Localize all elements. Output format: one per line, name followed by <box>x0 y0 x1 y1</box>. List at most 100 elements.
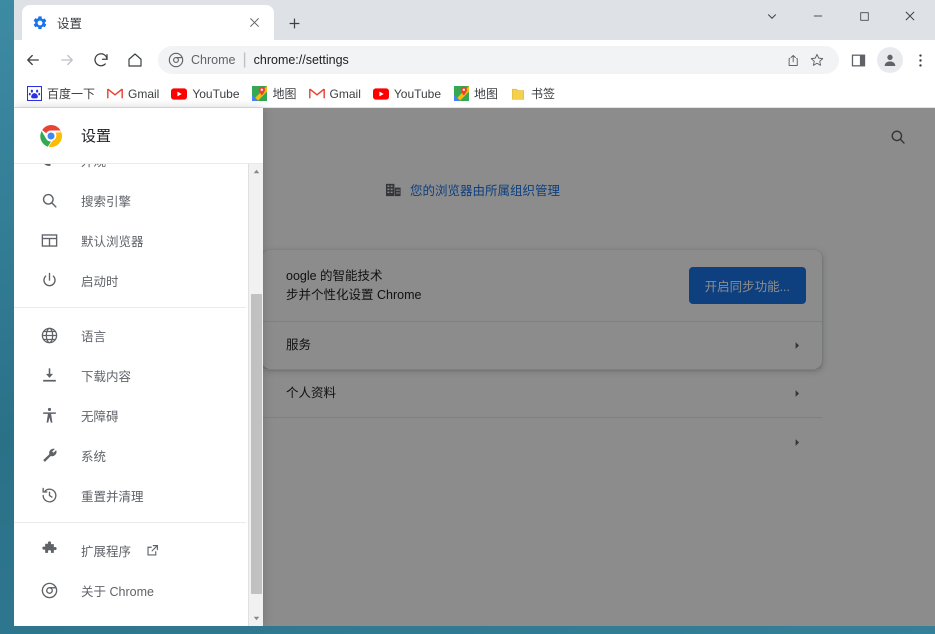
search-icon <box>39 190 59 210</box>
browser-window-icon <box>39 230 59 250</box>
menu-item-label: 默认浏览器 <box>81 234 144 249</box>
settings-row-profile[interactable]: 个人资料 <box>262 370 822 418</box>
profile-avatar-icon[interactable] <box>877 47 903 73</box>
chevron-right-icon <box>788 433 806 451</box>
sync-row-texts: oogle 的智能技术 步并个性化设置 Chrome <box>286 267 689 305</box>
omnibox-url-text[interactable]: chrome://settings <box>254 53 781 67</box>
settings-row-services[interactable]: 服务 <box>262 322 822 370</box>
forward-button[interactable] <box>52 45 82 75</box>
tab-close-icon[interactable] <box>244 13 264 33</box>
bookmark-item[interactable]: 地图 <box>246 82 303 105</box>
bookmark-label: YouTube <box>192 86 240 101</box>
accessibility-icon <box>39 405 59 425</box>
menu-item-appearance[interactable]: 外观 <box>14 164 246 180</box>
menu-item-system[interactable]: 系统 <box>14 435 246 475</box>
menu-item-label: 启动时 <box>81 274 119 289</box>
globe-icon <box>39 325 59 345</box>
bookmark-label: Gmail <box>329 86 361 101</box>
bookmark-label: 地图 <box>474 87 499 101</box>
menu-item-label: 无障碍 <box>81 409 119 424</box>
building-icon <box>385 181 402 198</box>
tab-title: 设置 <box>57 17 83 31</box>
bookmark-label: 地图 <box>272 87 297 101</box>
managed-browser-banner[interactable]: 您的浏览器由所属组织管理 <box>385 180 560 199</box>
sync-row-title: oogle 的智能技术 <box>286 268 383 283</box>
bookmark-folder[interactable]: 书签 <box>504 82 561 105</box>
row-label-wrap: 服务 <box>286 336 788 355</box>
menu-item-label: 搜索引擎 <box>81 194 132 209</box>
row-label: 个人资料 <box>286 386 337 400</box>
menu-item-downloads[interactable]: 下载内容 <box>14 355 246 395</box>
browser-tab-settings[interactable]: 设置 <box>22 5 274 40</box>
window-minimize-button[interactable] <box>795 0 841 32</box>
back-button[interactable] <box>18 45 48 75</box>
settings-row-extra[interactable] <box>262 418 822 466</box>
bookmark-label: 书签 <box>531 87 556 101</box>
gmail-icon <box>107 86 123 102</box>
drawer-scroll-area: 外观 搜索引擎 默认浏览器 <box>14 164 263 626</box>
search-icon[interactable] <box>887 126 909 148</box>
reload-button[interactable] <box>86 45 116 75</box>
star-icon[interactable] <box>805 48 829 72</box>
history-restore-icon <box>39 485 59 505</box>
power-icon <box>39 270 59 290</box>
menu-item-on-startup[interactable]: 启动时 <box>14 260 246 300</box>
menu-item-label: 下载内容 <box>81 369 132 384</box>
menu-item-about-chrome[interactable]: 关于 Chrome <box>14 570 246 610</box>
tab-strip: 设置 <box>14 0 935 40</box>
bookmark-item[interactable]: YouTube <box>367 83 447 105</box>
appearance-icon <box>39 164 59 170</box>
window-close-button[interactable] <box>887 0 933 32</box>
scroll-down-arrow-icon[interactable] <box>249 611 264 626</box>
three-dot-menu-icon[interactable] <box>907 47 933 73</box>
scrollbar-thumb[interactable] <box>251 294 262 594</box>
youtube-icon <box>372 86 389 102</box>
menu-separator <box>14 522 246 523</box>
bookmark-item[interactable]: 百度一下 <box>20 82 101 105</box>
share-icon[interactable] <box>781 48 805 72</box>
scroll-up-arrow-icon[interactable] <box>249 164 264 179</box>
menu-item-label: 系统 <box>81 449 107 464</box>
omnibox-site-label: Chrome <box>191 53 236 67</box>
menu-item-default-browser[interactable]: 默认浏览器 <box>14 220 246 260</box>
menu-item-search-engine[interactable]: 搜索引擎 <box>14 180 246 220</box>
bookmark-label: YouTube <box>393 86 442 101</box>
menu-item-accessibility[interactable]: 无障碍 <box>14 395 246 435</box>
menu-item-reset-cleanup[interactable]: 重置并清理 <box>14 475 246 515</box>
download-icon <box>39 365 59 385</box>
bookmark-label: Gmail <box>128 86 160 101</box>
menu-item-label: 关于 Chrome <box>81 584 154 599</box>
chevron-down-icon[interactable] <box>749 0 795 32</box>
turn-on-sync-button[interactable]: 开启同步功能... <box>688 267 806 304</box>
sync-row-subtitle: 步并个性化设置 Chrome <box>286 287 422 302</box>
youtube-icon <box>171 86 188 102</box>
chrome-icon <box>168 52 184 68</box>
sync-row: oogle 的智能技术 步并个性化设置 Chrome 开启同步功能... <box>262 250 822 322</box>
wrench-icon <box>39 445 59 465</box>
drawer-scrollbar[interactable] <box>248 164 263 626</box>
browser-window: 设置 Chrome | chrome://settings 百度一下 Gmail… <box>14 0 935 626</box>
bookmark-item[interactable]: Gmail <box>303 83 367 105</box>
home-button[interactable] <box>120 45 150 75</box>
window-maximize-button[interactable] <box>841 0 887 32</box>
row-label: 服务 <box>286 338 312 352</box>
address-bar[interactable]: Chrome | chrome://settings <box>158 46 839 74</box>
new-tab-button[interactable] <box>282 11 306 35</box>
drawer-header: 设置 <box>14 108 263 164</box>
menu-item-languages[interactable]: 语言 <box>14 315 246 355</box>
drawer-menu-list: 外观 搜索引擎 默认浏览器 <box>14 164 246 610</box>
bookmark-item[interactable]: YouTube <box>165 83 245 105</box>
gmail-icon <box>308 86 325 102</box>
maps-icon <box>453 86 469 102</box>
browser-toolbar: Chrome | chrome://settings <box>14 40 935 80</box>
bookmark-item[interactable]: 地图 <box>447 82 504 105</box>
menu-item-extensions[interactable]: 扩展程序 <box>14 530 246 570</box>
sync-settings-card: oogle 的智能技术 步并个性化设置 Chrome 开启同步功能... 服务 … <box>262 250 822 446</box>
menu-item-label: 扩展程序 <box>81 544 132 559</box>
bookmarks-bar: 百度一下 Gmail YouTube 地图 Gmail YouTube 地图 书… <box>14 80 935 108</box>
managed-banner-text[interactable]: 您的浏览器由所属组织管理 <box>410 180 560 199</box>
bookmark-item[interactable]: Gmail <box>101 83 165 105</box>
row-label-wrap: 个人资料 <box>286 384 788 403</box>
side-panel-icon[interactable] <box>845 47 871 73</box>
drawer-title: 设置 <box>81 128 112 145</box>
